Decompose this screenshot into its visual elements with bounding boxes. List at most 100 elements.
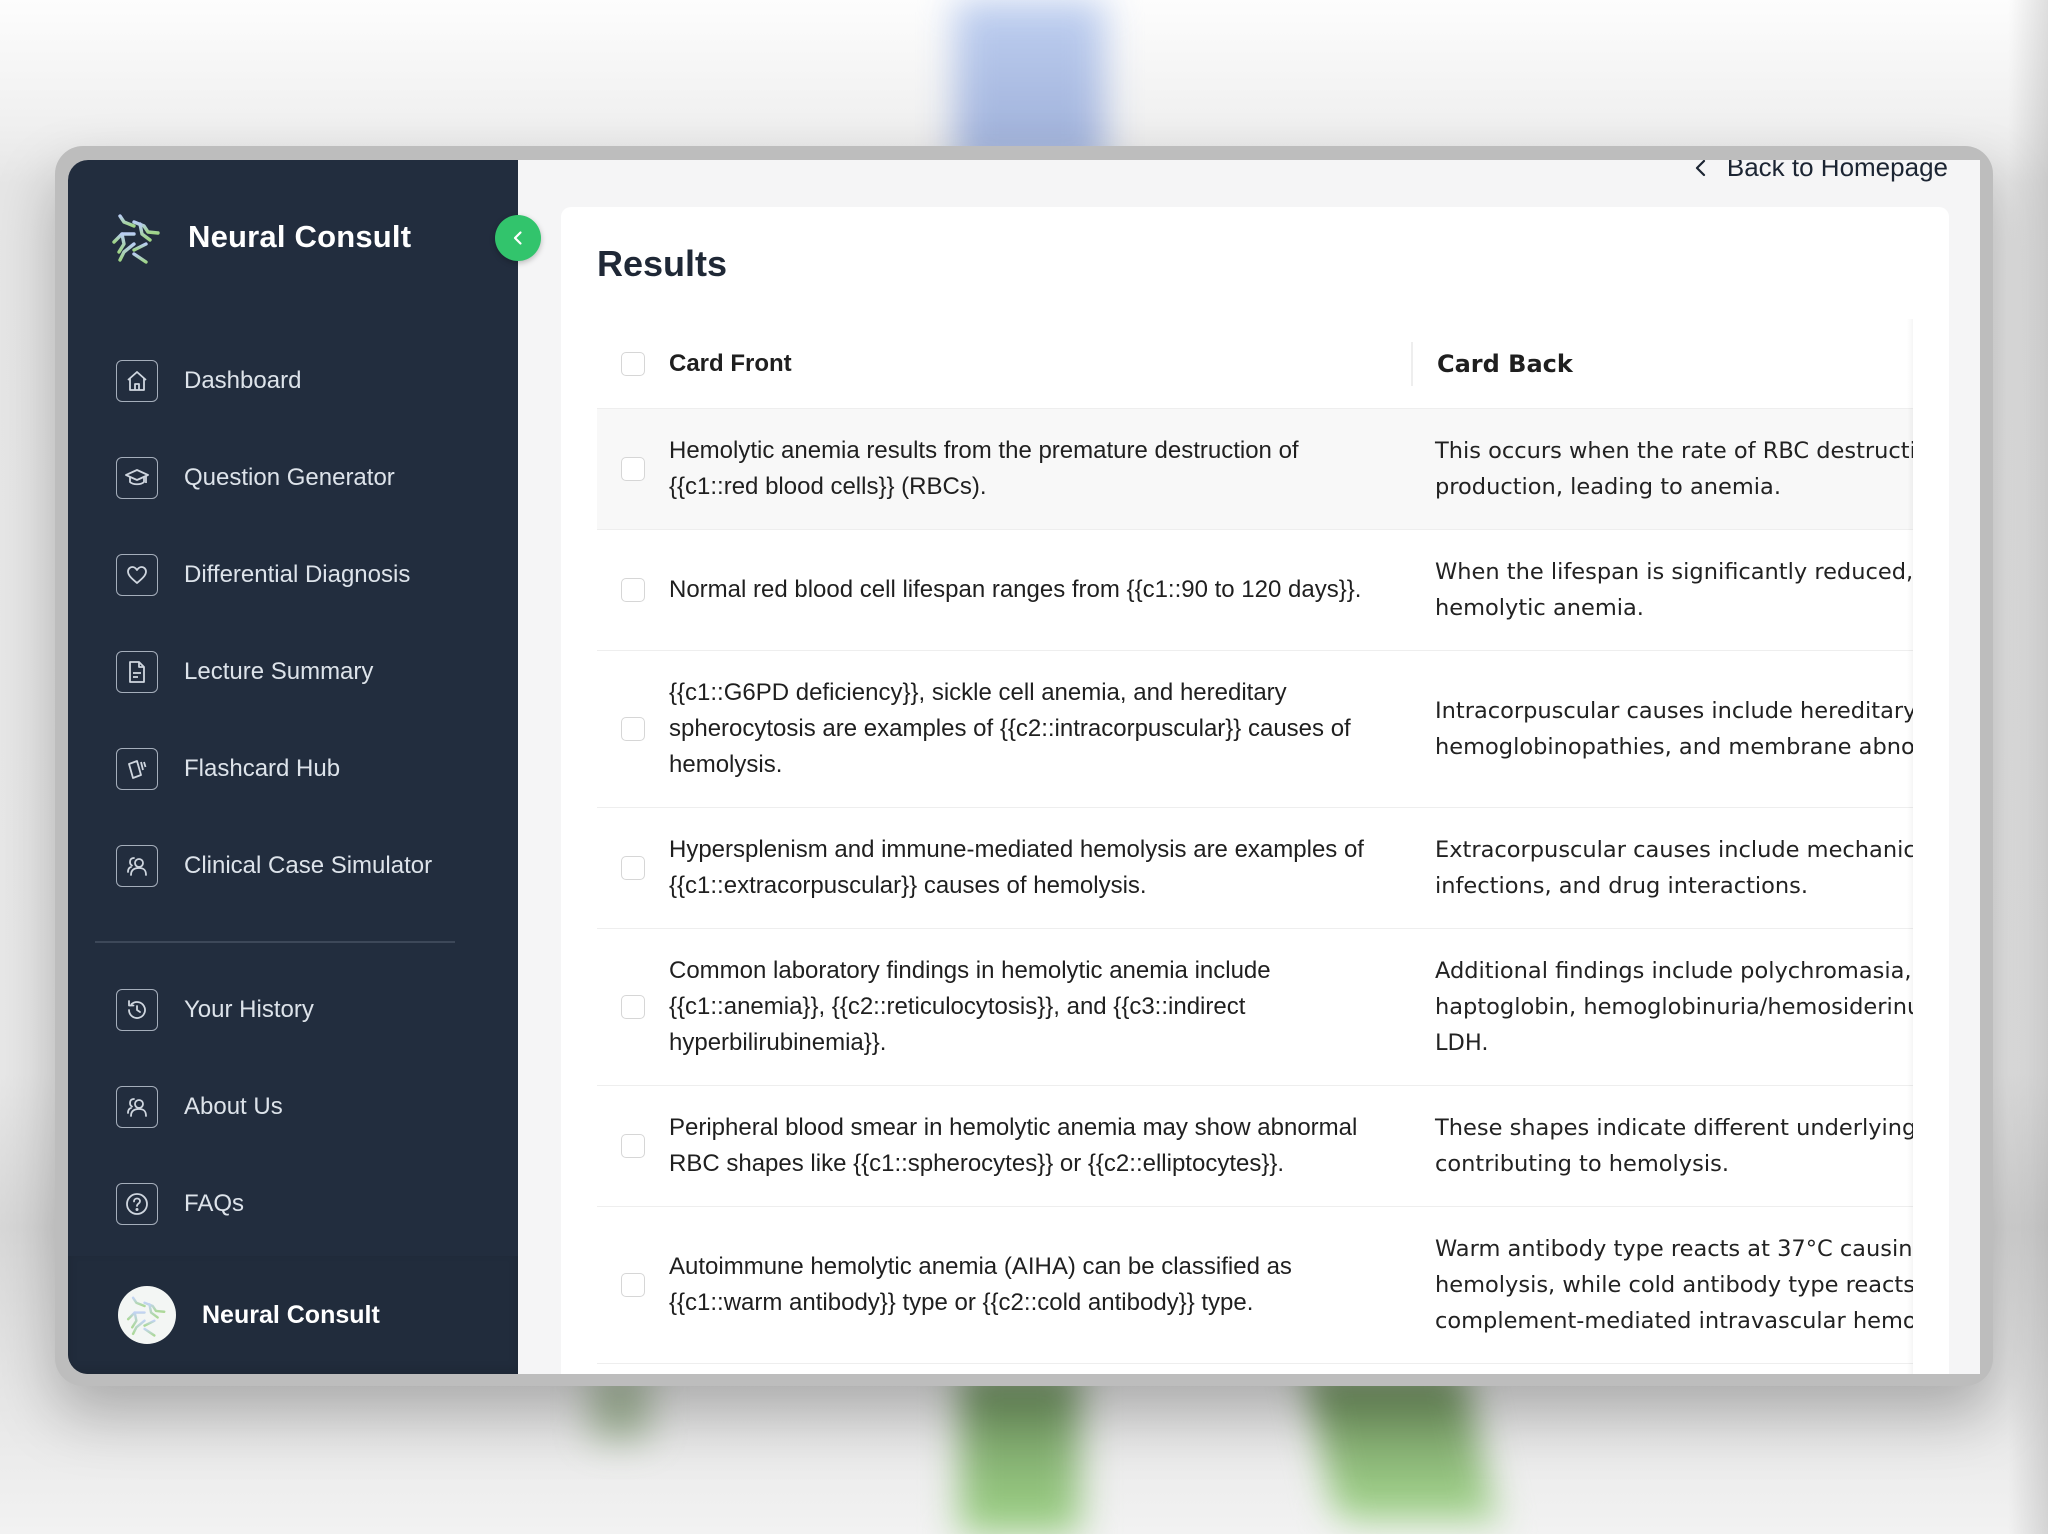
card-back-line: haptoglobin, hemoglobinuria/hemosiderinu…	[1435, 994, 1913, 1020]
sidebar-item-question-generator[interactable]: Question Generator	[116, 429, 496, 526]
table-row[interactable]: Common laboratory findings in hemolytic …	[597, 929, 1913, 1086]
card-back-line: infections, and drug interactions.	[1435, 873, 1809, 899]
help-circle-icon	[116, 1182, 158, 1225]
background-blur	[1304, 1370, 1496, 1520]
table-row[interactable]: Autoimmune hemolytic anemia (AIHA) can b…	[597, 1207, 1913, 1364]
avatar	[118, 1286, 176, 1344]
sidebar-item-lecture-summary[interactable]: Lecture Summary	[116, 623, 496, 720]
table-header: Card Front Card Back	[597, 319, 1913, 409]
row-checkbox[interactable]	[621, 856, 645, 880]
users-icon	[116, 1085, 158, 1128]
card-back-line: LDH.	[1435, 1030, 1489, 1056]
row-checkbox[interactable]	[621, 717, 645, 741]
card-back-line: This occurs when the rate of RBC destruc…	[1435, 438, 1913, 464]
card-back-line: These shapes indicate different underlyi…	[1435, 1115, 1913, 1141]
sidebar-item-faqs[interactable]: FAQs	[116, 1155, 496, 1252]
column-header-card-back[interactable]: Card Back	[1411, 341, 1913, 386]
table-row[interactable]: Hemolytic anemia results from the premat…	[597, 409, 1913, 530]
card-back-line: Warm antibody type reacts at 37°C causin…	[1435, 1236, 1913, 1262]
profile[interactable]: Neural Consult	[68, 1256, 518, 1374]
results-table: Card Front Card Back Hemolytic anemia re…	[597, 319, 1913, 1374]
background-blur	[955, 0, 1105, 170]
sidebar-item-label: Your History	[184, 995, 314, 1023]
history-icon	[116, 988, 158, 1031]
card-back-cell: These shapes indicate different underlyi…	[1411, 1086, 1913, 1206]
card-back-line: production, leading to anemia.	[1435, 474, 1781, 500]
table-row[interactable]: {{c1::G6PD deficiency}}, sickle cell ane…	[597, 651, 1913, 808]
background-blur	[960, 1370, 1080, 1534]
sidebar-item-label: About Us	[184, 1092, 283, 1120]
sidebar-item-label: FAQs	[184, 1189, 245, 1217]
table-row[interactable]: Normal red blood cell lifespan ranges fr…	[597, 530, 1913, 651]
brand-name: Neural Consult	[188, 219, 412, 254]
sidebar-item-about-us[interactable]: About Us	[116, 1058, 496, 1155]
sidebar-item-clinical-case-simulator[interactable]: Clinical Case Simulator	[116, 817, 496, 914]
page-title: Results	[597, 243, 728, 284]
sidebar-item-label: Lecture Summary	[184, 657, 374, 685]
card-front-cell: {{c1::G6PD deficiency}}, sickle cell ane…	[669, 679, 1351, 778]
sidebar-item-label: Clinical Case Simulator	[184, 851, 433, 879]
brand[interactable]: Neural Consult	[110, 202, 411, 272]
profile-name: Neural Consult	[202, 1300, 380, 1329]
table-body: Hemolytic anemia results from the premat…	[597, 409, 1913, 1364]
graduation-cap-icon	[116, 456, 158, 499]
row-checkbox[interactable]	[621, 1134, 645, 1158]
card-front-cell: Autoimmune hemolytic anemia (AIHA) can b…	[669, 1253, 1292, 1316]
sidebar-item-flashcard-hub[interactable]: Flashcard Hub	[116, 720, 496, 817]
chevron-left-icon	[513, 231, 522, 245]
row-checkbox[interactable]	[621, 457, 645, 481]
background-shadow	[2008, 0, 2048, 1534]
secondary-nav: Your History About Us FAQs	[116, 961, 496, 1252]
card-back-line: Extracorpuscular causes include mechanic…	[1435, 837, 1913, 863]
card-back-cell: This occurs when the rate of RBC destruc…	[1411, 409, 1913, 529]
primary-nav: Dashboard Question Generator Differentia…	[116, 332, 496, 914]
select-all-checkbox[interactable]	[621, 351, 645, 376]
users-icon	[116, 844, 158, 887]
logo-icon	[112, 205, 160, 269]
card-back-cell: When the lifespan is significantly reduc…	[1411, 530, 1913, 650]
sidebar-item-label: Differential Diagnosis	[184, 560, 411, 588]
card-front-cell: Peripheral blood smear in hemolytic anem…	[669, 1114, 1358, 1177]
table-row[interactable]: Peripheral blood smear in hemolytic anem…	[597, 1086, 1913, 1207]
document-icon	[116, 650, 158, 693]
row-checkbox[interactable]	[621, 1273, 645, 1297]
sidebar-item-dashboard[interactable]: Dashboard	[116, 332, 496, 429]
table-row[interactable]: Hypersplenism and immune-mediated hemoly…	[597, 808, 1913, 929]
chevron-left-icon	[1695, 160, 1705, 176]
card-back-cell: Extracorpuscular causes include mechanic…	[1411, 808, 1913, 928]
sidebar: Neural Consult Dashboard Question Genera…	[68, 160, 518, 1374]
sidebar-item-label: Question Generator	[184, 463, 395, 491]
cards-icon	[116, 747, 158, 790]
card-back-line: hemoglobinopathies, and membrane abnorm	[1435, 734, 1913, 760]
card-front-cell: Normal red blood cell lifespan ranges fr…	[669, 576, 1362, 603]
card-back-line: hemolytic anemia.	[1435, 595, 1644, 621]
card-front-cell: Hemolytic anemia results from the premat…	[669, 437, 1299, 500]
card-front-cell: Hypersplenism and immune-mediated hemoly…	[669, 836, 1364, 899]
card-back-line: Intracorpuscular causes include heredita…	[1435, 698, 1913, 724]
card-back-line: When the lifespan is significantly reduc…	[1435, 559, 1913, 585]
home-icon	[116, 359, 158, 402]
card-back-cell: Warm antibody type reacts at 37°C causin…	[1411, 1207, 1913, 1363]
row-checkbox[interactable]	[621, 578, 645, 602]
heart-icon	[116, 553, 158, 596]
logo-icon	[126, 1289, 166, 1341]
card-front-cell: Common laboratory findings in hemolytic …	[669, 957, 1271, 1056]
card-back-cell: Additional findings include polychromasi…	[1411, 929, 1913, 1085]
collapse-sidebar-button[interactable]	[495, 215, 541, 261]
card-back-line: contributing to hemolysis.	[1435, 1151, 1729, 1177]
back-link-label: Back to Homepage	[1726, 160, 1948, 182]
results-panel: Results Card Front Card Back Hemolytic a…	[561, 207, 1949, 1374]
card-back-line: Additional findings include polychromasi…	[1435, 958, 1913, 984]
sidebar-item-label: Flashcard Hub	[184, 754, 341, 782]
nav-divider	[95, 941, 455, 943]
sidebar-item-label: Dashboard	[184, 366, 302, 394]
sidebar-item-your-history[interactable]: Your History	[116, 961, 496, 1058]
card-back-line: hemolysis, while cold antibody type reac…	[1435, 1272, 1913, 1298]
app-window: Neural Consult Dashboard Question Genera…	[68, 160, 1980, 1374]
column-header-card-front[interactable]: Card Front	[669, 346, 1411, 382]
row-checkbox[interactable]	[621, 995, 645, 1019]
card-back-line: complement-mediated intravascular hemoly	[1435, 1308, 1913, 1334]
card-back-cell: Intracorpuscular causes include heredita…	[1411, 669, 1913, 789]
back-to-homepage-link[interactable]: Back to Homepage	[1693, 160, 1948, 183]
sidebar-item-differential-diagnosis[interactable]: Differential Diagnosis	[116, 526, 496, 623]
